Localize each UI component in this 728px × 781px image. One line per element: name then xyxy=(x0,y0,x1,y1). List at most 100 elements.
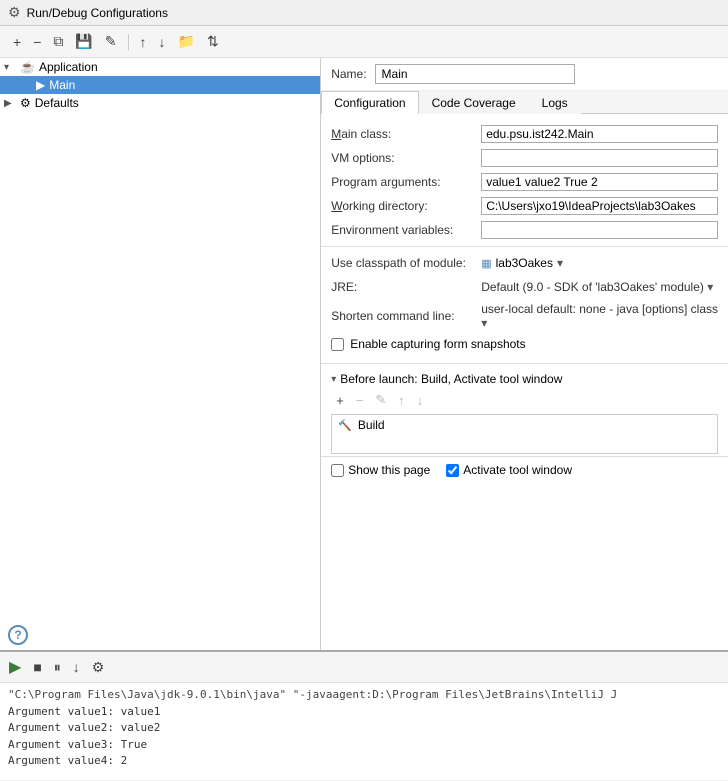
scroll-down-button[interactable]: ↓ xyxy=(68,656,85,678)
tabs-row: Configuration Code Coverage Logs xyxy=(321,91,728,114)
tree-label-main: Main xyxy=(49,78,75,92)
program-args-row: Program arguments: xyxy=(321,170,728,194)
build-icon: 🔨 xyxy=(338,419,352,432)
console-output: "C:\Program Files\Java\jdk-9.0.1\bin\jav… xyxy=(0,683,728,780)
shorten-dropdown-icon[interactable]: ▾ xyxy=(481,316,487,330)
move-down-button[interactable]: ↓ xyxy=(154,31,171,53)
before-launch-section: ▾ Before launch: Build, Activate tool wi… xyxy=(321,363,728,454)
console-line-4: Argument value4: 2 xyxy=(8,753,720,770)
main-container: ▾ ☕ Application ▶ Main ▶ ⚙ Defaults Name… xyxy=(0,58,728,650)
bl-item-label: Build xyxy=(358,418,385,432)
window-title: Run/Debug Configurations xyxy=(27,6,168,20)
move-up-button[interactable]: ↑ xyxy=(135,31,152,53)
before-launch-toolbar: + − ✎ ↑ ↓ xyxy=(321,388,728,412)
env-vars-label: Environment variables: xyxy=(331,223,481,237)
module-name: lab3Oakes xyxy=(496,256,553,270)
vm-options-label: VM options: xyxy=(331,151,481,165)
shorten-label: Shorten command line: xyxy=(331,309,481,323)
right-panel: Name: Configuration Code Coverage Logs M… xyxy=(321,58,728,650)
expand-arrow-application: ▾ xyxy=(4,62,20,73)
folder-button[interactable]: 📁 xyxy=(173,30,200,53)
bl-move-down-button[interactable]: ↓ xyxy=(412,391,429,410)
env-vars-row: Environment variables: xyxy=(321,218,728,242)
jre-value: Default (9.0 - SDK of 'lab3Oakes' module… xyxy=(481,280,718,294)
enable-capture-label: Enable capturing form snapshots xyxy=(350,337,525,351)
bottom-options: Show this page Activate tool window xyxy=(321,456,728,483)
tree-item-defaults[interactable]: ▶ ⚙ Defaults xyxy=(0,94,320,112)
enable-capture-checkbox[interactable] xyxy=(331,338,344,351)
shorten-select[interactable]: user-local default: none - java [options… xyxy=(481,302,718,316)
tab-code-coverage[interactable]: Code Coverage xyxy=(419,91,529,114)
classpath-value: ▦ lab3Oakes ▾ xyxy=(481,256,718,271)
working-dir-row: Working directory: xyxy=(321,194,728,218)
settings-button[interactable]: ⚙ xyxy=(87,656,110,679)
program-args-value xyxy=(481,173,718,191)
tree-item-application[interactable]: ▾ ☕ Application xyxy=(0,58,320,76)
separator-1 xyxy=(321,246,728,247)
bl-remove-button[interactable]: − xyxy=(351,391,369,410)
activate-tool-window-label[interactable]: Activate tool window xyxy=(446,463,572,477)
main-class-label: Main class: xyxy=(331,127,481,141)
add-config-button[interactable]: + xyxy=(8,31,26,53)
stop-button[interactable]: ■ xyxy=(28,656,46,678)
main-toolbar: + − ⧉ 💾 ✎ ↑ ↓ 📁 ⇅ xyxy=(0,26,728,58)
program-args-input[interactable] xyxy=(481,173,718,191)
shorten-value: user-local default: none - java [options… xyxy=(481,302,718,330)
main-class-row: Main class: xyxy=(321,122,728,146)
main-class-input[interactable] xyxy=(481,125,718,143)
show-this-page-checkbox[interactable] xyxy=(331,464,344,477)
help-area: ? xyxy=(8,625,28,645)
before-launch-collapse-icon[interactable]: ▾ xyxy=(331,374,336,385)
name-label: Name: xyxy=(331,67,366,81)
run-icon: ▶ xyxy=(36,78,45,92)
bl-add-button[interactable]: + xyxy=(331,391,349,410)
tree-label-defaults: Defaults xyxy=(35,96,79,110)
toolbar-separator xyxy=(128,34,129,50)
console-line-1: Argument value1: value1 xyxy=(8,704,720,721)
program-args-label: Program arguments: xyxy=(331,175,481,189)
name-input[interactable] xyxy=(375,64,575,84)
pause-button[interactable]: ⏸ xyxy=(49,656,66,679)
tree-item-main[interactable]: ▶ Main xyxy=(0,76,320,94)
remove-config-button[interactable]: − xyxy=(28,31,46,53)
run-button[interactable]: ▶ xyxy=(4,654,26,680)
activate-tool-window-text: Activate tool window xyxy=(463,463,572,477)
working-dir-input[interactable] xyxy=(481,197,718,215)
defaults-icon: ⚙ xyxy=(20,96,31,110)
sort-button[interactable]: ⇅ xyxy=(202,30,224,53)
window-icon: ⚙ xyxy=(8,4,21,21)
show-this-page-label[interactable]: Show this page xyxy=(331,463,430,477)
module-dropdown-icon[interactable]: ▾ xyxy=(557,256,563,270)
module-badge: ▦ lab3Oakes ▾ xyxy=(481,256,563,270)
working-dir-label: Working directory: xyxy=(331,199,481,213)
before-launch-list: 🔨 Build xyxy=(331,414,718,454)
bl-move-up-button[interactable]: ↑ xyxy=(393,391,410,410)
copy-config-button[interactable]: ⧉ xyxy=(48,30,68,53)
jre-label: JRE: xyxy=(331,280,481,294)
enable-capture-row: Enable capturing form snapshots xyxy=(321,333,728,355)
edit-templates-button[interactable]: ✎ xyxy=(100,30,122,53)
env-vars-value xyxy=(481,221,718,239)
tab-configuration[interactable]: Configuration xyxy=(321,91,418,114)
bl-item-build[interactable]: 🔨 Build xyxy=(332,415,717,435)
shorten-row: Shorten command line: user-local default… xyxy=(321,299,728,333)
save-config-button[interactable]: 💾 xyxy=(70,30,97,53)
activate-tool-window-checkbox[interactable] xyxy=(446,464,459,477)
env-vars-input[interactable] xyxy=(481,221,718,239)
vm-options-input[interactable] xyxy=(481,149,718,167)
tab-logs[interactable]: Logs xyxy=(529,91,581,114)
name-row: Name: xyxy=(321,58,728,91)
vm-options-value xyxy=(481,149,718,167)
bl-edit-button[interactable]: ✎ xyxy=(370,390,391,410)
application-icon: ☕ xyxy=(20,60,35,74)
console-line-0: "C:\Program Files\Java\jdk-9.0.1\bin\jav… xyxy=(8,687,720,704)
classpath-label: Use classpath of module: xyxy=(331,256,481,270)
console-line-3: Argument value3: True xyxy=(8,737,720,754)
console-toolbar: ▶ ■ ⏸ ↓ ⚙ xyxy=(0,652,728,683)
jre-dropdown-icon[interactable]: ▾ xyxy=(707,280,713,294)
help-button[interactable]: ? xyxy=(8,625,28,645)
classpath-row: Use classpath of module: ▦ lab3Oakes ▾ xyxy=(321,251,728,275)
module-icon: ▦ xyxy=(481,257,491,270)
jre-select[interactable]: Default (9.0 - SDK of 'lab3Oakes' module… xyxy=(481,280,704,294)
expand-arrow-defaults: ▶ xyxy=(4,98,20,109)
